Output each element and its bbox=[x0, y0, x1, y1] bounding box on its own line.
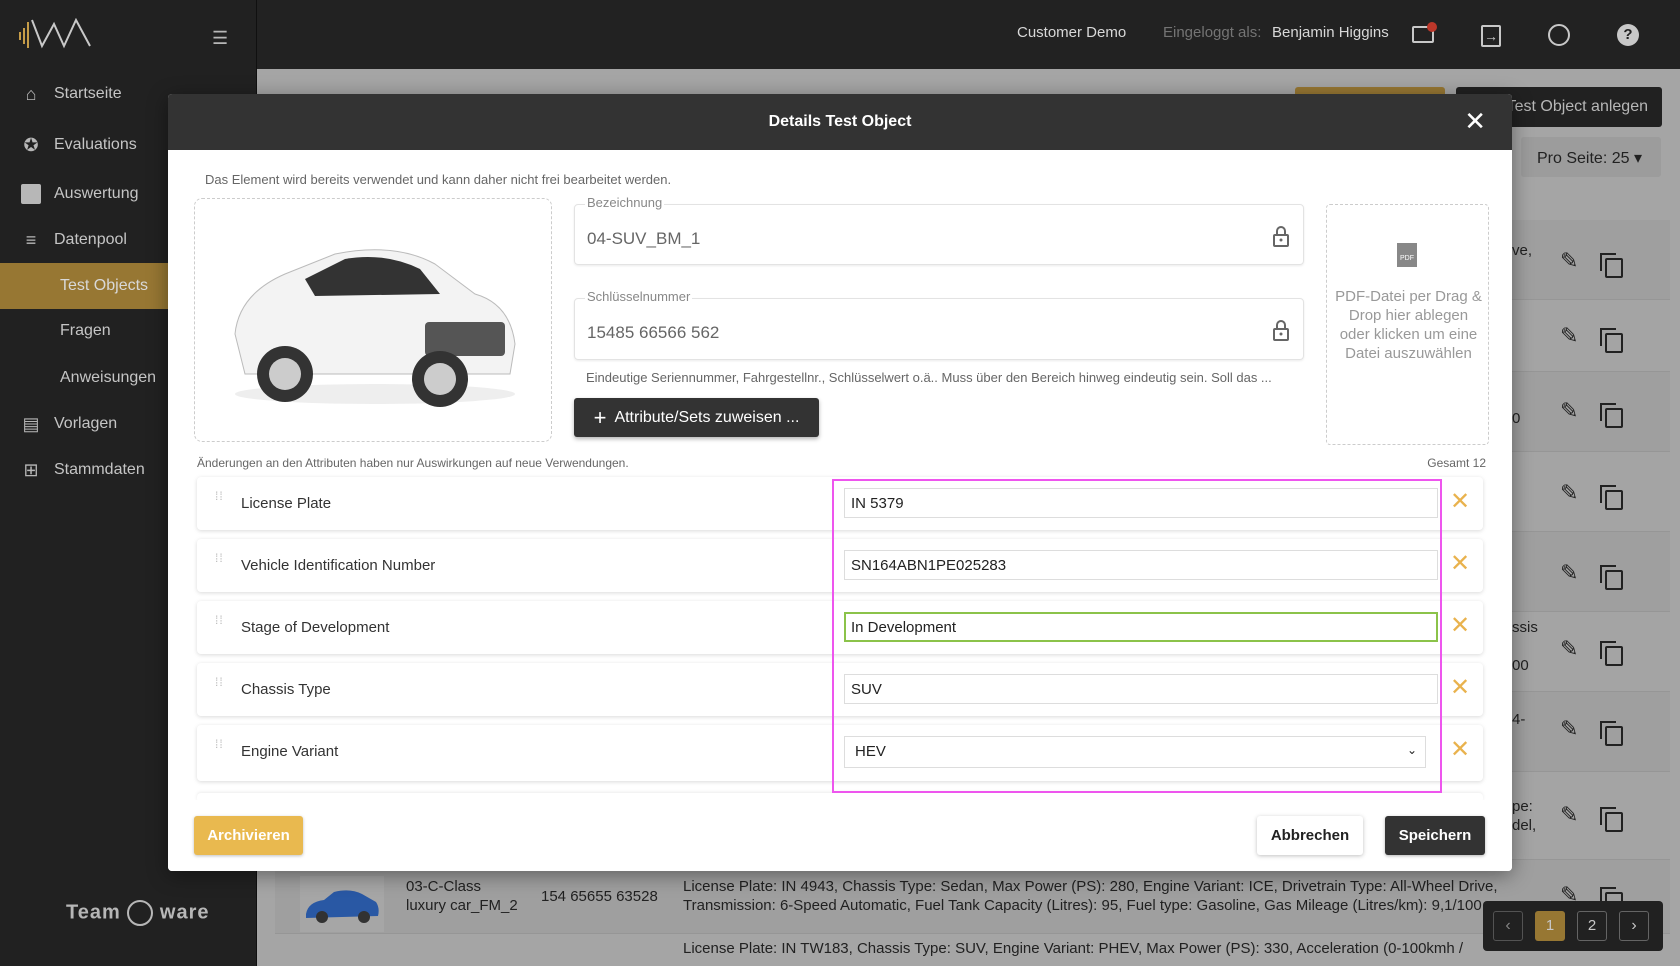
total-count: Gesamt 12 bbox=[1427, 456, 1486, 470]
attribute-name: License Plate bbox=[241, 495, 332, 512]
remove-attribute-icon[interactable]: ✕ bbox=[1450, 487, 1470, 516]
field-value: 15485 66566 562 bbox=[587, 323, 720, 342]
schluesselnummer-field: Schlüsselnummer 15485 66566 562 bbox=[574, 289, 1304, 360]
pdf-drop-text: PDF-Datei per Drag & Drop hier ablegen o… bbox=[1335, 288, 1482, 362]
modal-title: Details Test Object bbox=[768, 113, 912, 130]
field-label: Bezeichnung bbox=[585, 195, 665, 210]
drag-handle-icon[interactable]: ⁞⁞ bbox=[215, 676, 224, 688]
lock-icon bbox=[1273, 226, 1289, 247]
remove-attribute-icon[interactable]: ✕ bbox=[1450, 611, 1470, 640]
field-value: 04-SUV_BM_1 bbox=[587, 229, 701, 248]
car-image bbox=[234, 249, 516, 407]
field-label: Schlüsselnummer bbox=[585, 289, 693, 304]
attribute-name: Stage of Development bbox=[241, 619, 390, 636]
attribute-name: Chassis Type bbox=[241, 681, 331, 698]
drag-handle-icon[interactable]: ⁞⁞ bbox=[215, 552, 224, 564]
plus-icon: + bbox=[593, 404, 607, 430]
drag-handle-icon[interactable]: ⁞⁞ bbox=[215, 614, 224, 626]
drag-handle-icon[interactable]: ⁞⁞ bbox=[215, 738, 224, 750]
modal-footer: Archivieren Abbrechen Speichern bbox=[168, 800, 1512, 871]
modal-header: Details Test Object ✕ bbox=[168, 94, 1512, 150]
highlight-box bbox=[832, 479, 1442, 793]
locked-notice: Das Element wird bereits verwendet und k… bbox=[205, 172, 672, 187]
cancel-button[interactable]: Abbrechen bbox=[1257, 816, 1363, 855]
pdf-dropzone[interactable]: PDF PDF-Datei per Drag & Drop hier ableg… bbox=[1326, 204, 1489, 445]
details-modal: Details Test Object ✕ Das Element wird b… bbox=[168, 94, 1512, 871]
archive-button[interactable]: Archivieren bbox=[194, 816, 303, 855]
drag-handle-icon[interactable]: ⁞⁞ bbox=[215, 490, 224, 502]
bezeichnung-field: Bezeichnung 04-SUV_BM_1 bbox=[574, 195, 1304, 265]
changes-note: Änderungen an den Attributen haben nur A… bbox=[197, 456, 629, 470]
lock-icon bbox=[1273, 320, 1289, 341]
remove-attribute-icon[interactable]: ✕ bbox=[1450, 673, 1470, 702]
attribute-name: Vehicle Identification Number bbox=[241, 557, 436, 574]
close-icon[interactable]: ✕ bbox=[1464, 106, 1486, 137]
button-label: Attribute/Sets zuweisen ... bbox=[614, 408, 800, 426]
key-hint: Eindeutige Seriennummer, Fahrgestellnr.,… bbox=[586, 370, 1272, 385]
assign-attributes-button[interactable]: + Attribute/Sets zuweisen ... bbox=[574, 398, 819, 437]
pdf-icon: PDF bbox=[1397, 243, 1417, 267]
attribute-name: Engine Variant bbox=[241, 743, 339, 760]
remove-attribute-icon[interactable]: ✕ bbox=[1450, 735, 1470, 764]
remove-attribute-icon[interactable]: ✕ bbox=[1450, 549, 1470, 578]
save-button[interactable]: Speichern bbox=[1385, 816, 1485, 855]
image-dropzone[interactable] bbox=[194, 198, 552, 442]
